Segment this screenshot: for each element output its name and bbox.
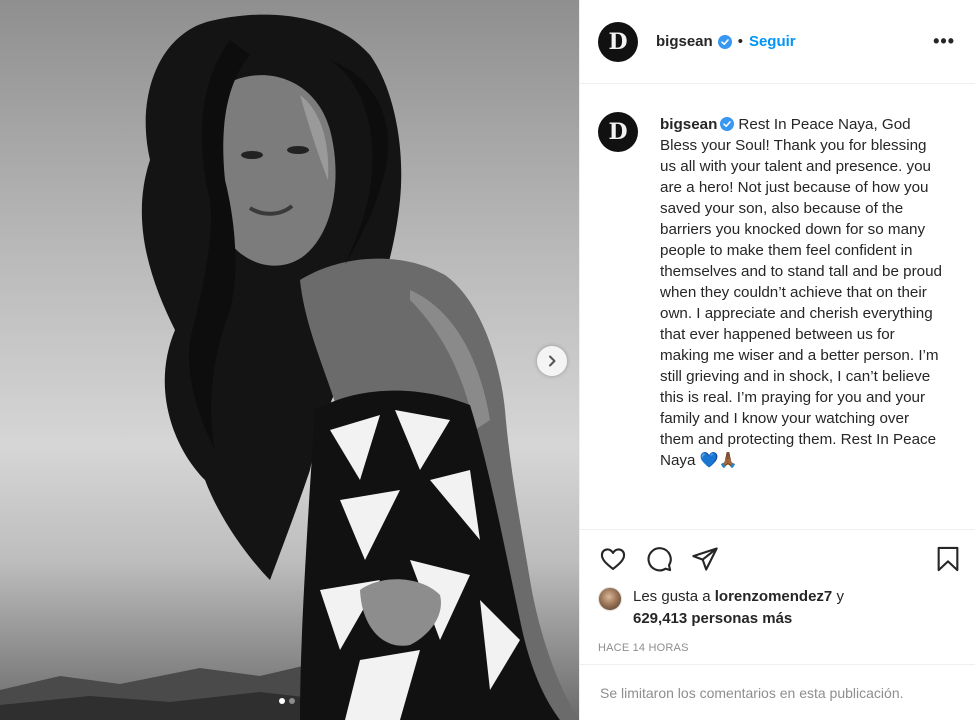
- verified-badge-icon: [717, 34, 732, 49]
- share-button[interactable]: [690, 544, 720, 574]
- save-button[interactable]: [933, 544, 963, 574]
- likes-prefix: Les gusta a: [633, 588, 711, 605]
- username-link[interactable]: bigsean: [656, 33, 713, 50]
- post-header: D bigsean • Seguir •••: [580, 0, 975, 84]
- verified-badge-icon: [720, 117, 735, 131]
- separator-dot: •: [737, 33, 743, 50]
- likes-summary: Les gusta a lorenzomendez7 y 629,413 per…: [580, 586, 975, 630]
- comments-disabled-notice: Se limitaron los comentarios en esta pub…: [580, 664, 975, 720]
- post-photo[interactable]: [0, 0, 579, 720]
- chevron-right-icon: [549, 355, 556, 367]
- more-options-icon[interactable]: •••: [933, 31, 955, 52]
- avatar[interactable]: D: [598, 21, 638, 62]
- caption-text: bigsean Rest In Peace Naya, God Bless you…: [660, 114, 946, 471]
- post-details-panel: D bigsean • Seguir ••• D bigsean Rest In …: [579, 0, 975, 720]
- like-button[interactable]: [598, 544, 628, 574]
- follow-button[interactable]: Seguir: [749, 33, 796, 50]
- portrait-image: [0, 14, 579, 720]
- caption-username-link[interactable]: bigsean: [660, 116, 717, 133]
- bookmark-icon: [937, 546, 959, 572]
- likes-connector: y: [836, 588, 844, 605]
- carousel-indicator: [279, 698, 295, 704]
- share-icon: [692, 547, 718, 571]
- heart-icon: [600, 548, 626, 570]
- caption-body: Rest In Peace Naya, God Bless your Soul!…: [660, 116, 942, 469]
- carousel-next-button[interactable]: [537, 346, 567, 376]
- carousel-dot-1: [279, 698, 285, 704]
- comment-button[interactable]: [644, 544, 674, 574]
- caption-avatar[interactable]: D: [598, 112, 638, 152]
- avatar-letter: D: [608, 119, 628, 145]
- comment-icon: [647, 547, 672, 572]
- post-timestamp[interactable]: HACE 14 HORAS: [580, 642, 975, 654]
- action-bar: [580, 530, 975, 588]
- post-actions-section: Les gusta a lorenzomendez7 y 629,413 per…: [580, 529, 975, 654]
- liker-username-link[interactable]: lorenzomendez7: [715, 588, 833, 605]
- avatar-letter: D: [608, 28, 628, 55]
- liker-avatar[interactable]: [598, 587, 622, 611]
- likes-count-link[interactable]: 629,413 personas más: [633, 610, 792, 627]
- carousel-dot-2: [289, 698, 295, 704]
- caption-section: D bigsean Rest In Peace Naya, God Bless y…: [598, 100, 961, 471]
- likes-text: Les gusta a lorenzomendez7 y 629,413 per…: [633, 586, 844, 630]
